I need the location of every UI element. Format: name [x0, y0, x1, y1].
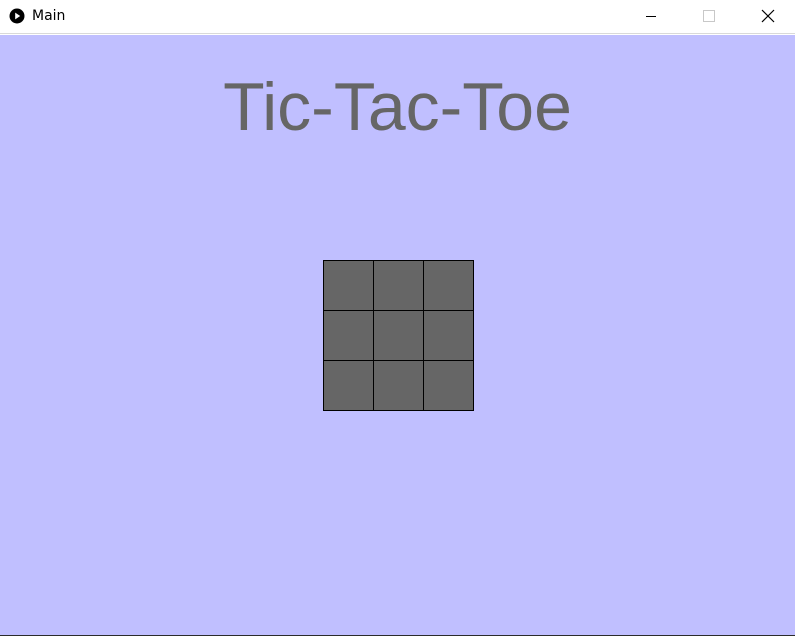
minimize-button[interactable]: [628, 0, 674, 32]
window-title: Main: [32, 8, 66, 24]
board-cell-2-2[interactable]: [423, 360, 474, 411]
board-cell-0-0[interactable]: [323, 260, 374, 311]
maximize-button[interactable]: [686, 0, 732, 32]
board-cell-0-2[interactable]: [423, 260, 474, 311]
board-cell-1-0[interactable]: [323, 310, 374, 361]
maximize-icon: [703, 10, 715, 22]
close-icon: [761, 9, 775, 23]
board-cell-1-1[interactable]: [373, 310, 424, 361]
play-circle-icon: [9, 8, 25, 24]
board-cell-0-1[interactable]: [373, 260, 424, 311]
minimize-icon: [646, 16, 656, 17]
board-cell-2-1[interactable]: [373, 360, 424, 411]
title-bar[interactable]: Main: [0, 0, 795, 34]
game-canvas: Tic-Tac-Toe: [0, 35, 795, 635]
application-window: Main Tic-Tac-Toe: [0, 0, 795, 636]
close-button[interactable]: [745, 0, 791, 32]
tic-tac-toe-board: [323, 260, 474, 411]
board-cell-1-2[interactable]: [423, 310, 474, 361]
game-title: Tic-Tac-Toe: [223, 69, 572, 145]
board-cell-2-0[interactable]: [323, 360, 374, 411]
